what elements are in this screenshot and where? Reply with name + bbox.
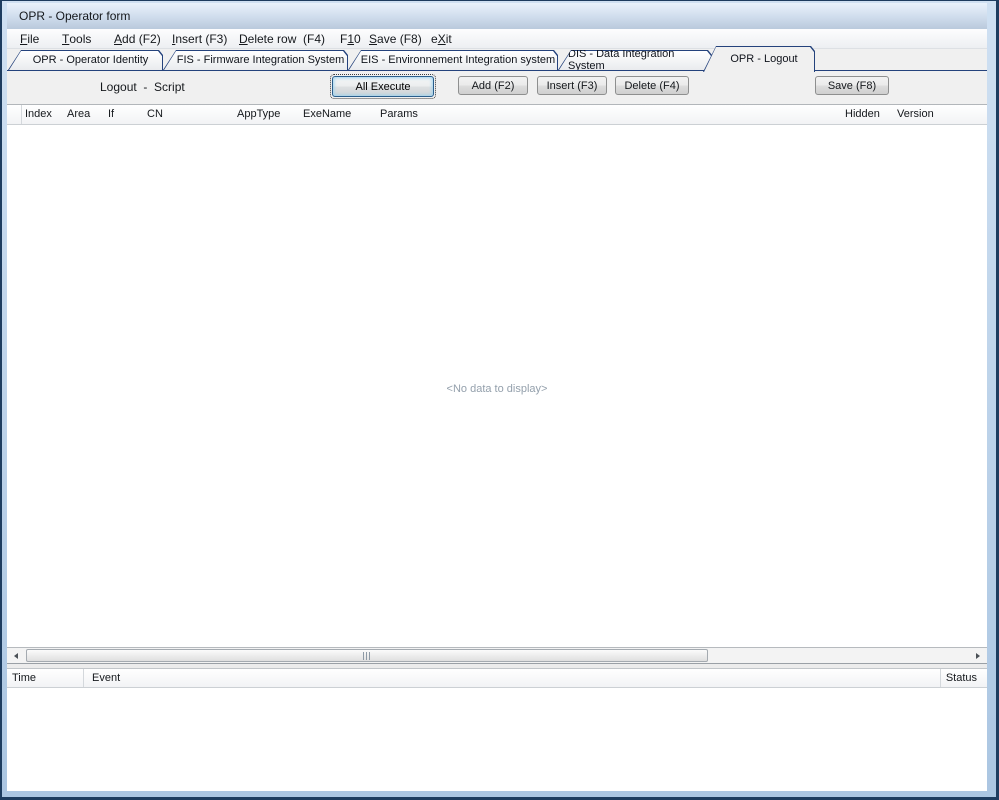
scroll-left-button[interactable]: [8, 649, 24, 662]
scroll-right-icon: [976, 653, 980, 659]
menu-add[interactable]: Add (F2): [114, 29, 161, 49]
no-data-text: <No data to display>: [7, 383, 987, 395]
column-header-area[interactable]: Area: [67, 108, 90, 120]
tab-opr-operator-identity[interactable]: OPR - Operator Identity: [8, 50, 163, 70]
all-execute-focus-ring: All Execute: [330, 74, 436, 99]
menu-save[interactable]: Save (F8): [369, 29, 422, 49]
scroll-left-icon: [14, 653, 18, 659]
tab-opr-logout[interactable]: OPR - Logout: [703, 46, 815, 72]
column-header-hidden[interactable]: Hidden: [845, 108, 880, 120]
column-header-time[interactable]: Time: [12, 672, 36, 684]
application-window: OPR - Operator form File Tools Add (F2) …: [0, 0, 999, 800]
script-grid-body: <No data to display>: [7, 125, 987, 647]
column-header-apptype[interactable]: AppType: [237, 108, 280, 120]
column-header-index[interactable]: Index: [25, 108, 52, 120]
column-header-version[interactable]: Version: [897, 108, 934, 120]
all-execute-button[interactable]: All Execute: [332, 76, 434, 97]
client-area: File Tools Add (F2) Insert (F3) Delete r…: [7, 29, 987, 791]
column-header-status[interactable]: Status: [946, 672, 977, 684]
column-separator: [83, 669, 84, 687]
column-header-exename[interactable]: ExeName: [303, 108, 351, 120]
window-frame: OPR - Operator form File Tools Add (F2) …: [2, 1, 996, 797]
save-button[interactable]: Save (F8): [815, 76, 889, 95]
add-button[interactable]: Add (F2): [458, 76, 528, 95]
column-header-params[interactable]: Params: [380, 108, 418, 120]
horizontal-scrollbar[interactable]: [7, 647, 987, 664]
menu-bar: File Tools Add (F2) Insert (F3) Delete r…: [7, 29, 987, 49]
column-separator: [940, 669, 941, 687]
tab-fis-firmware-integration-system[interactable]: FIS - Firmware Integration System: [163, 50, 348, 70]
menu-insert[interactable]: Insert (F3): [172, 29, 227, 49]
menu-tools[interactable]: Tools: [62, 29, 91, 49]
column-header-event[interactable]: Event: [92, 672, 120, 684]
section-label: Logout - Script: [100, 80, 185, 94]
tab-strip: OPR - Operator Identity FIS - Firmware I…: [7, 49, 987, 71]
insert-button[interactable]: Insert (F3): [537, 76, 607, 95]
script-grid-header: Index Area If CN AppType ExeName Params …: [7, 105, 987, 125]
menu-delete-row[interactable]: Delete row (F4): [239, 29, 325, 49]
title-bar[interactable]: OPR - Operator form: [7, 3, 987, 29]
menu-file[interactable]: File: [20, 29, 39, 49]
tab-eis-environnement-integration-system[interactable]: EIS - Environnement Integration system: [348, 50, 558, 70]
window-title: OPR - Operator form: [19, 9, 130, 23]
scrollbar-thumb[interactable]: [26, 649, 708, 662]
event-grid-header: Time Event Status: [7, 668, 987, 688]
menu-f10[interactable]: F10: [340, 29, 361, 49]
menu-exit[interactable]: eXit: [431, 29, 452, 49]
column-separator: [21, 105, 22, 124]
scrollbar-grip-icon: [363, 652, 371, 660]
column-header-if[interactable]: If: [108, 108, 114, 120]
event-grid-body: [7, 688, 987, 791]
scroll-right-button[interactable]: [970, 649, 986, 662]
delete-button[interactable]: Delete (F4): [615, 76, 689, 95]
tab-dis-data-integration-system[interactable]: DIS - Data Integration System: [558, 50, 712, 70]
column-header-cn[interactable]: CN: [147, 108, 163, 120]
toolbar: Logout - Script All Execute Add (F2) Ins…: [7, 71, 987, 105]
